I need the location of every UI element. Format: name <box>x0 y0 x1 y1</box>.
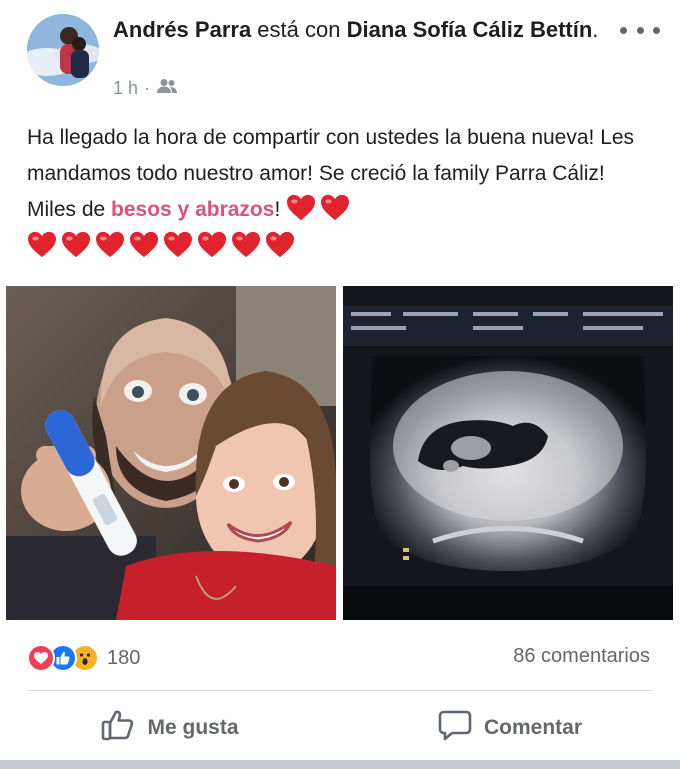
comment-button[interactable]: Comentar <box>340 700 680 756</box>
love-reaction-icon <box>27 644 55 672</box>
ultrasound-image <box>343 286 673 620</box>
ultrasound-photo[interactable] <box>343 286 673 620</box>
heart-emoji-icon <box>266 231 294 258</box>
selfie-photo[interactable] <box>6 286 336 620</box>
with-connector: está con <box>251 17 347 42</box>
reactions-summary[interactable]: 180 <box>27 640 140 676</box>
comment-bubble-icon <box>438 709 472 747</box>
heart-emoji-icon <box>96 231 124 258</box>
highlighted-phrase[interactable]: besos y abrazos <box>111 198 274 221</box>
more-dot <box>636 26 644 34</box>
heart-emoji-icon <box>62 231 90 258</box>
heart-emoji-icon <box>198 231 226 258</box>
tagged-suffix: . <box>592 17 599 42</box>
comments-count[interactable]: 86 comentarios <box>513 645 650 668</box>
friends-icon <box>156 78 178 99</box>
selfie-image <box>6 286 336 620</box>
post-meta: 1 h · <box>113 78 178 99</box>
author-avatar[interactable] <box>27 14 99 86</box>
hearts-row <box>27 229 657 265</box>
post-actions: Me gusta Comentar <box>0 700 680 756</box>
thumbs-up-icon <box>101 709 135 747</box>
like-label: Me gusta <box>147 716 239 739</box>
heart-emoji-icon <box>232 231 260 258</box>
post-timestamp[interactable]: 1 h <box>113 78 138 99</box>
heart-emoji-icon <box>28 231 56 258</box>
heart-emoji-icon <box>164 231 192 258</box>
reactions-count: 180 <box>107 646 141 669</box>
like-button[interactable]: Me gusta <box>0 700 340 756</box>
heart-emoji-icon <box>130 231 158 258</box>
author-line: Andrés Parra está con Diana Sofía Cáliz … <box>113 15 603 45</box>
more-dot <box>620 26 627 34</box>
inline-hearts <box>286 194 354 221</box>
author-name[interactable]: Andrés Parra <box>113 17 251 42</box>
more-options-icon[interactable] <box>620 18 660 42</box>
post-header: Andrés Parra está con Diana Sofía Cáliz … <box>0 0 680 110</box>
actions-divider <box>27 690 653 691</box>
avatar-image <box>27 14 99 86</box>
heart-emoji-icon <box>321 194 350 221</box>
more-dot <box>653 26 660 34</box>
feed-separator <box>0 760 680 769</box>
heart-emoji-icon <box>287 194 316 221</box>
comment-label: Comentar <box>483 716 583 739</box>
tagged-person[interactable]: Diana Sofía Cáliz Bettín <box>347 17 593 42</box>
meta-separator: · <box>144 78 151 98</box>
post-text-tail: ! <box>274 198 287 221</box>
post-body: Ha llegado la hora de compartir con uste… <box>27 120 657 265</box>
